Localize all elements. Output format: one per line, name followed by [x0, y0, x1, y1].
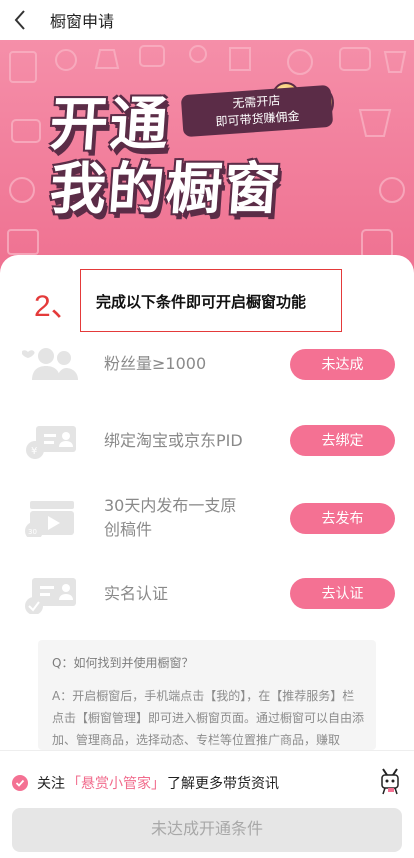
- publish-button[interactable]: 去发布: [290, 503, 395, 534]
- hero-banner: 无需开店 即可带货赚佣金 开通 我的橱窗: [0, 40, 414, 290]
- fans-icon: [22, 348, 78, 380]
- condition-row-bind: ¥ 绑定淘宝或京东PID 去绑定: [0, 410, 414, 470]
- follow-checkbox[interactable]: [12, 775, 28, 791]
- checkmark-icon: [15, 779, 25, 787]
- condition-bind-text: 绑定淘宝或京东PID: [104, 431, 243, 450]
- condition-video-line1: 30天内发布一支原: [104, 496, 237, 515]
- svg-text:30: 30: [28, 528, 37, 536]
- follow-suffix: 了解更多带货资讯: [167, 776, 279, 792]
- fans-status-button[interactable]: 未达成: [290, 349, 395, 380]
- condition-video-text: 30天内发布一支原 创稿件: [104, 495, 236, 541]
- condition-realname-text: 实名认证: [104, 584, 169, 603]
- faq-question: Q：如何找到并使用橱窗？: [52, 656, 194, 670]
- faq-answer: A：开启橱窗后，手机端点击【我的】，在【推荐服务】栏点击【橱窗管理】即可进入橱窗…: [52, 689, 365, 747]
- back-button[interactable]: [0, 0, 40, 40]
- submit-button[interactable]: 未达成开通条件: [12, 808, 402, 852]
- back-chevron-icon: [14, 10, 25, 30]
- condition-video-line2: 创稿件: [104, 520, 153, 539]
- bind-account-icon: ¥: [26, 426, 76, 459]
- id-card-icon: [25, 578, 76, 614]
- follow-prefix: 关注: [37, 776, 65, 792]
- condition-row-fans: 粉丝量≥1000 未达成: [0, 334, 414, 394]
- banner-headline: 开通 我的橱窗: [47, 90, 285, 222]
- top-nav-bar: 橱窗申请: [0, 0, 414, 40]
- faq-box: Q：如何找到并使用橱窗？ A：开启橱窗后，手机端点击【我的】，在【推荐服务】栏点…: [38, 640, 376, 750]
- condition-row-realname: 实名认证 去认证: [0, 564, 414, 624]
- step-number: 2、: [34, 290, 81, 323]
- condition-fans-text: 粉丝量≥1000: [104, 354, 207, 373]
- bind-account-button[interactable]: 去绑定: [290, 425, 395, 456]
- follow-row: 关注 「悬赏小管家」 了解更多带货资讯: [12, 773, 279, 793]
- mascot-icon: [381, 768, 399, 795]
- banner-headline-line2: 我的橱窗: [47, 157, 285, 222]
- svg-text:¥: ¥: [31, 446, 37, 457]
- banner-headline-line1: 开通: [47, 90, 173, 158]
- conditions-title: 完成以下条件即可开启橱窗功能: [96, 293, 307, 311]
- verify-button[interactable]: 去认证: [290, 578, 395, 609]
- condition-row-video: 30 30天内发布一支原 创稿件 去发布: [0, 487, 414, 547]
- video-icon: 30: [25, 501, 74, 537]
- window-application-page: 橱窗申请 无需开店 即可带货赚佣金 开通 我的橱窗 2、 完成以下条件即可开启橱…: [0, 0, 414, 858]
- bottom-bar: 关注 「悬赏小管家」 了解更多带货资讯 未达成开通条件: [0, 750, 414, 858]
- follow-account-link[interactable]: 「悬赏小管家」: [67, 773, 165, 793]
- page-title: 橱窗申请: [50, 12, 115, 31]
